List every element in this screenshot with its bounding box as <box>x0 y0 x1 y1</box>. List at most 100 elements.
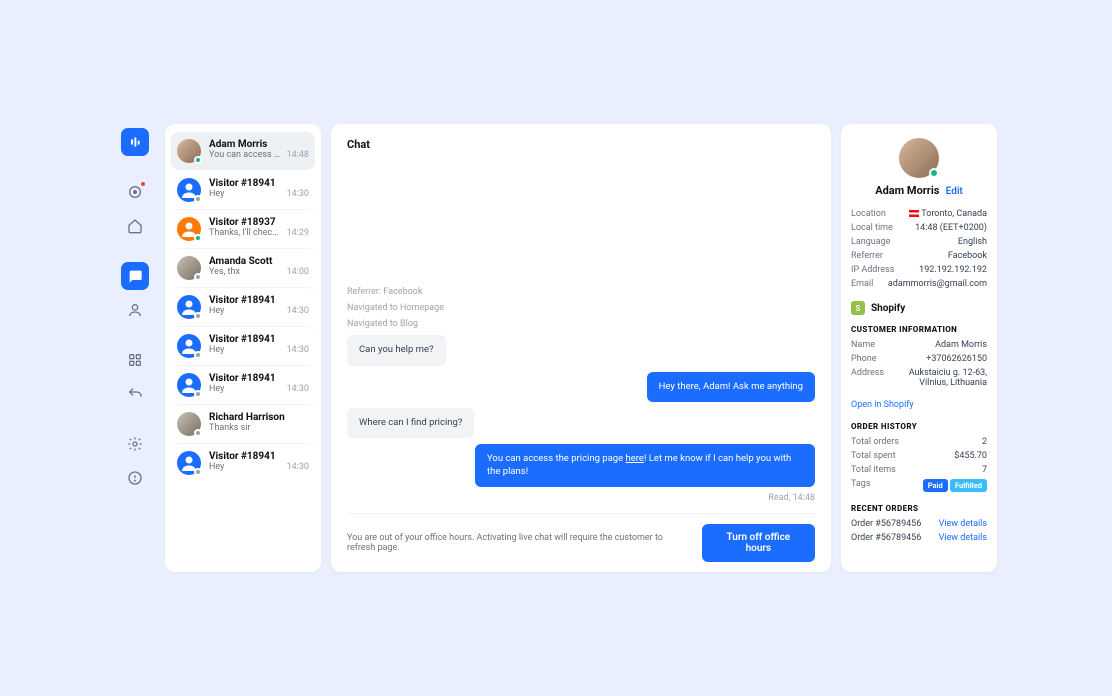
user-icon[interactable] <box>121 296 149 324</box>
conversation-name: Richard Harrison <box>209 412 309 423</box>
conversation-preview: Hey <box>209 345 224 355</box>
apps-icon[interactable] <box>121 346 149 374</box>
info-value: English <box>958 237 987 247</box>
info-row: Email adammorris@gmail.com <box>851 279 987 289</box>
info-key: Email <box>851 279 873 289</box>
conversation-time: 14:30 <box>287 306 309 316</box>
info-row: Location Toronto, Canada <box>851 209 987 219</box>
tag-fulfilled: Fulfilled <box>950 479 987 492</box>
brand-logo-icon[interactable] <box>121 128 149 156</box>
activity-icon[interactable] <box>121 178 149 206</box>
message-incoming: Where can I find pricing? <box>347 408 474 438</box>
conversation-item[interactable]: Amanda Scott Yes, thx 14:00 <box>171 248 315 287</box>
conversation-time: 14:29 <box>287 228 309 238</box>
conversation-name: Amanda Scott <box>209 256 309 267</box>
settings-icon[interactable] <box>121 430 149 458</box>
avatar <box>177 217 201 241</box>
status-dot-icon <box>194 312 202 320</box>
info-key: Location <box>851 209 886 219</box>
status-dot-icon <box>194 156 202 164</box>
info-row: Address Aukstaiciu g. 12-63,Vilnius, Lith… <box>851 368 987 388</box>
view-details-link[interactable]: View details <box>939 519 987 529</box>
conversation-item[interactable]: Visitor #18937 Thanks, I'll check it out… <box>171 209 315 248</box>
conversation-item[interactable]: Richard Harrison Thanks sir <box>171 404 315 443</box>
info-value: Adam Morris <box>935 340 987 350</box>
info-row: Total orders 2 <box>851 437 987 447</box>
shopify-icon: S <box>851 301 865 315</box>
conversation-item[interactable]: Adam Morris You can access the pr... 14:… <box>171 132 315 170</box>
shopify-label: Shopify <box>871 303 905 314</box>
info-value: 7 <box>982 465 987 475</box>
message-outgoing: You can access the pricing page here! Le… <box>475 444 815 487</box>
conversation-time: 14:30 <box>287 189 309 199</box>
avatar <box>177 373 201 397</box>
avatar <box>177 334 201 358</box>
info-row: Total spent $455.70 <box>851 451 987 461</box>
info-row: Name Adam Morris <box>851 340 987 350</box>
conversation-item[interactable]: Visitor #18941 Hey 14:30 <box>171 365 315 404</box>
conversation-preview: Yes, thx <box>209 267 240 277</box>
view-details-link[interactable]: View details <box>939 533 987 543</box>
status-dot-icon <box>194 468 202 476</box>
status-dot-icon <box>194 429 202 437</box>
pricing-link[interactable]: here <box>626 453 644 464</box>
logout-icon[interactable] <box>121 464 149 492</box>
info-key: Total orders <box>851 437 899 447</box>
info-key: Local time <box>851 223 893 233</box>
open-shopify-link[interactable]: Open in Shopify <box>851 400 987 410</box>
conversation-item[interactable]: Visitor #18941 Hey 14:30 <box>171 443 315 482</box>
status-dot-icon <box>194 195 202 203</box>
avatar <box>177 295 201 319</box>
conversation-item[interactable]: Visitor #18941 Hey 14:30 <box>171 170 315 209</box>
conversation-preview: You can access the pr... <box>209 150 283 160</box>
message-outgoing: Hey there, Adam! Ask me anything <box>647 372 815 402</box>
notification-badge <box>140 181 146 187</box>
info-row: Phone+37062626150 <box>851 354 987 364</box>
status-dot-icon <box>194 234 202 242</box>
chat-body: Referrer: FacebookNavigated to HomepageN… <box>347 159 815 503</box>
chat-footer: You are out of your office hours. Activa… <box>347 513 815 562</box>
info-key: Phone <box>851 354 877 364</box>
conversation-list: Adam Morris You can access the pr... 14:… <box>165 124 321 572</box>
order-id: Order #56789456 <box>851 533 921 543</box>
conversation-preview: Hey <box>209 384 224 394</box>
info-value: Toronto, Canada <box>909 209 987 219</box>
info-row: LanguageEnglish <box>851 237 987 247</box>
reply-icon[interactable] <box>121 380 149 408</box>
info-value: Aukstaiciu g. 12-63,Vilnius, Lithuania <box>909 368 987 388</box>
tag-paid: Paid <box>923 479 948 492</box>
recent-orders-heading: RECENT ORDERS <box>851 504 987 513</box>
avatar <box>177 139 201 163</box>
home-icon[interactable] <box>121 212 149 240</box>
chat-icon[interactable] <box>121 262 149 290</box>
details-panel: Adam Morris Edit Location Toronto, Canada… <box>841 124 997 572</box>
conversation-preview: Thanks, I'll check it out <box>209 228 283 238</box>
sidebar-nav <box>115 124 155 572</box>
info-value: $455.70 <box>954 451 987 461</box>
info-value: adammorris@gmail.com <box>888 279 987 289</box>
conversation-preview: Thanks sir <box>209 423 251 433</box>
avatar <box>177 412 201 436</box>
info-row: Local time14:48 (EET+0200) <box>851 223 987 233</box>
tags-label: Tags <box>851 479 870 492</box>
avatar <box>177 451 201 475</box>
status-dot-icon <box>194 351 202 359</box>
conversation-item[interactable]: Visitor #18941 Hey 14:30 <box>171 287 315 326</box>
chat-meta-line: Referrer: Facebook <box>347 287 815 297</box>
info-key: Address <box>851 368 884 388</box>
turn-off-office-hours-button[interactable]: Turn off office hours <box>702 524 815 562</box>
conversation-item[interactable]: Visitor #18941 Hey 14:30 <box>171 326 315 365</box>
info-key: Name <box>851 340 875 350</box>
edit-link[interactable]: Edit <box>946 186 963 197</box>
order-history-heading: ORDER HISTORY <box>851 422 987 431</box>
info-row: Total items7 <box>851 465 987 475</box>
info-key: Total spent <box>851 451 896 461</box>
conversation-name: Visitor #18941 <box>209 295 309 306</box>
conversation-name: Visitor #18941 <box>209 178 309 189</box>
customer-info-heading: CUSTOMER INFORMATION <box>851 325 987 334</box>
conversation-name: Visitor #18941 <box>209 334 309 345</box>
info-value: 2 <box>982 437 987 447</box>
avatar <box>177 178 201 202</box>
order-id: Order #56789456 <box>851 519 921 529</box>
info-row: ReferrerFacebook <box>851 251 987 261</box>
